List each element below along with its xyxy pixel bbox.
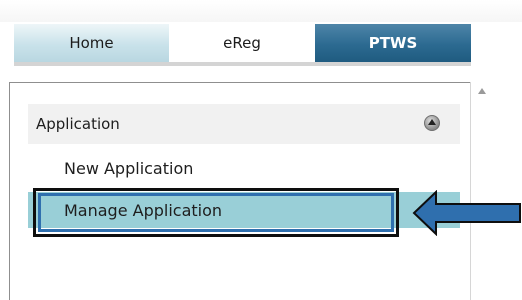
tab-ereg[interactable]: eReg (169, 24, 315, 62)
sidebar-section-title: Application (36, 115, 120, 133)
sidebar-item-new-application[interactable]: New Application (28, 150, 460, 186)
tab-strip-shade (0, 0, 522, 22)
chevron-up-circle-icon[interactable] (424, 115, 440, 131)
tab-strip: Home eReg PTWS (0, 0, 522, 66)
tab-underline (14, 62, 471, 66)
screenshot-canvas: Home eReg PTWS Application New Applicati… (0, 0, 522, 300)
left-arrow-icon (412, 190, 521, 236)
tab-ptws[interactable]: PTWS (315, 24, 471, 62)
tab-home[interactable]: Home (14, 24, 169, 62)
tab-ptws-label: PTWS (368, 34, 418, 52)
tab-ereg-label: eReg (223, 34, 261, 52)
scroll-up-icon[interactable] (478, 88, 486, 94)
tab-strip-filler (471, 24, 522, 62)
annotation-highlight-box (33, 188, 399, 237)
sidebar-section-application[interactable]: Application (28, 104, 460, 144)
sidebar-item-label: New Application (64, 158, 194, 178)
tab-home-label: Home (69, 34, 114, 52)
